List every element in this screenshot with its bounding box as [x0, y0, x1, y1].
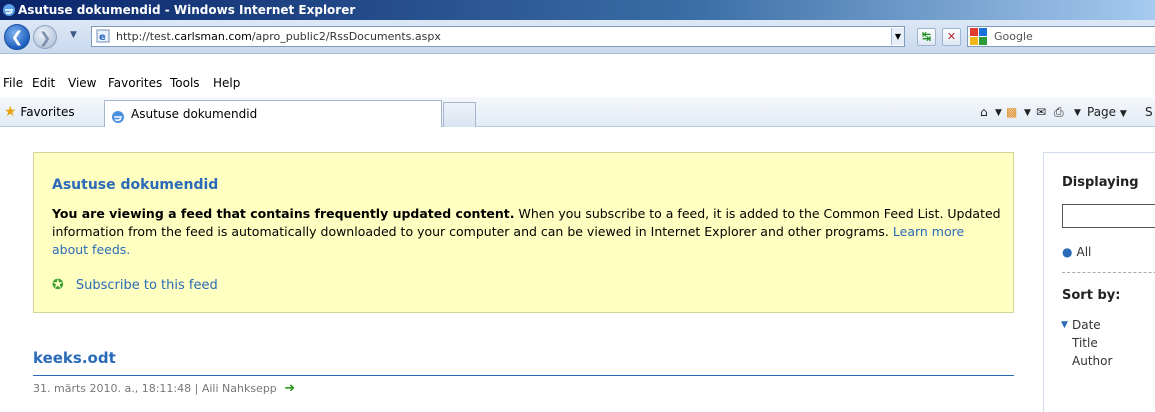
url-domain: carlsman.com — [174, 30, 252, 43]
tab-asutuse-dokumendid[interactable]: Asutuse dokumendid — [104, 100, 442, 127]
displaying-heading: Displaying — [1062, 175, 1139, 190]
home-icon[interactable]: ⌂ — [980, 105, 988, 119]
recent-pages-dropdown-icon[interactable]: ▼ — [70, 30, 77, 40]
favorites-label: Favorites — [20, 105, 75, 119]
refresh-button[interactable]: ↹ — [917, 28, 936, 46]
article-divider — [33, 375, 1014, 376]
print-dropdown-icon[interactable]: ▼ — [1074, 108, 1081, 118]
search-placeholder: Google — [994, 30, 1033, 43]
feed-title: Asutuse dokumendid — [52, 177, 219, 193]
window-title-bar: Asutuse dokumendid - Windows Internet Ex… — [0, 0, 1155, 20]
forward-button[interactable]: ❯ — [33, 25, 57, 49]
menu-view[interactable]: View — [68, 76, 96, 90]
tab-label: Asutuse dokumendid — [131, 107, 258, 121]
article-meta: 31. märts 2010. a., 18:11:48 | Aili Nahk… — [33, 381, 295, 396]
sort-descending-icon: ▼ — [1061, 320, 1068, 330]
window-title: Asutuse dokumendid - Windows Internet Ex… — [18, 3, 356, 17]
favorites-button[interactable]: ★ Favorites — [4, 104, 75, 120]
page-menu[interactable]: Page ▼ — [1087, 105, 1127, 119]
sidebar-divider — [1062, 272, 1155, 273]
feeds-icon[interactable]: ▩ — [1006, 105, 1017, 119]
menu-file[interactable]: File — [3, 76, 23, 90]
print-icon[interactable]: ⎙ — [1054, 105, 1064, 120]
page-icon: e — [96, 29, 110, 43]
sort-by-heading: Sort by: — [1062, 288, 1121, 303]
sort-date[interactable]: Date — [1072, 318, 1101, 332]
favorites-star-icon: ★ — [4, 104, 17, 120]
stop-button[interactable]: ✕ — [942, 28, 961, 46]
feed-message: You are viewing a feed that contains fre… — [52, 205, 1002, 259]
go-arrow-icon[interactable]: ➜ — [284, 381, 295, 396]
menu-help[interactable]: Help — [213, 76, 240, 90]
menu-tools[interactable]: Tools — [170, 76, 200, 90]
ie-tab-icon — [111, 107, 125, 133]
filter-input[interactable] — [1062, 204, 1155, 228]
filter-all-label: All — [1076, 245, 1092, 259]
feed-message-bold: You are viewing a feed that contains fre… — [52, 206, 515, 221]
safety-menu-cut[interactable]: S — [1145, 105, 1153, 119]
article-date-author: 31. märts 2010. a., 18:11:48 | Aili Nahk… — [33, 382, 277, 395]
search-input[interactable]: Google — [967, 26, 1155, 47]
address-dropdown-icon[interactable]: ▼ — [891, 28, 904, 45]
menu-bar: File Edit View Favorites Tools Help — [0, 72, 1155, 94]
subscribe-link[interactable]: ✪ Subscribe to this feed — [52, 277, 218, 293]
home-dropdown-icon[interactable]: ▼ — [995, 108, 1002, 118]
feed-info-box: Asutuse dokumendid You are viewing a fee… — [33, 152, 1014, 313]
feed-sidebar: Displaying ● All Sort by: ▼ Date Title Au… — [1043, 152, 1155, 412]
sort-author[interactable]: Author — [1072, 354, 1112, 368]
new-tab-button[interactable] — [443, 102, 476, 127]
subscribe-label: Subscribe to this feed — [75, 278, 218, 293]
address-input[interactable]: e http://test.carlsman.com/apro_public2/… — [91, 26, 905, 47]
url-path: /apro_public2/RssDocuments.aspx — [251, 30, 441, 43]
address-toolbar: ❮ ❯ ▼ e http://test.carlsman.com/apro_pu… — [0, 20, 1155, 54]
read-mail-icon[interactable]: ✉ — [1036, 105, 1046, 119]
favorites-bar: ★ Favorites Asutuse dokumendid ⌂ ▼ ▩ ▼ ✉… — [0, 97, 1155, 127]
back-button[interactable]: ❮ — [4, 24, 30, 50]
article-title-link[interactable]: keeks.odt — [33, 349, 116, 367]
sort-title[interactable]: Title — [1072, 336, 1098, 350]
subscribe-star-icon: ✪ — [52, 277, 64, 293]
menu-edit[interactable]: Edit — [32, 76, 55, 90]
page-menu-label: Page — [1087, 105, 1117, 119]
filter-all[interactable]: ● All — [1062, 245, 1091, 259]
google-icon — [970, 28, 987, 45]
bullet-icon: ● — [1062, 245, 1073, 259]
menu-favorites[interactable]: Favorites — [108, 76, 162, 90]
svg-text:e: e — [99, 32, 106, 43]
feeds-dropdown-icon[interactable]: ▼ — [1024, 108, 1031, 118]
url-prefix: http://test. — [116, 30, 175, 43]
